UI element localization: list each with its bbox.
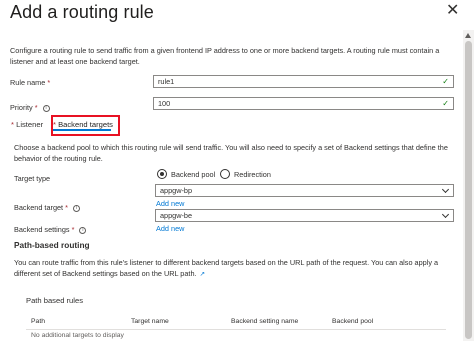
external-link-icon[interactable]: ↗ — [200, 269, 205, 280]
rule-name-input[interactable]: rule1 ✓ — [153, 75, 454, 88]
scroll-up-arrow-icon[interactable] — [465, 33, 471, 38]
scrollbar-thumb[interactable] — [465, 41, 472, 339]
annotation-highlight-box — [51, 115, 120, 136]
page-title: Add a routing rule — [10, 2, 154, 22]
backend-target-label-text: Backend target — [14, 203, 64, 212]
add-new-backend-settings-link[interactable]: Add new — [156, 224, 184, 233]
backend-settings-select-value: appgw-be — [160, 211, 193, 220]
radio-redirection[interactable] — [220, 169, 230, 179]
column-header-backend-pool: Backend pool — [332, 318, 374, 325]
checkmark-icon: ✓ — [442, 99, 449, 108]
priority-label-text: Priority — [10, 103, 33, 112]
rule-name-label-text: Rule name — [10, 78, 46, 87]
priority-input[interactable]: 100 ✓ — [153, 97, 454, 110]
path-routing-description-text: You can route traffic from this rule's l… — [14, 258, 439, 278]
path-routing-description: You can route traffic from this rule's l… — [14, 257, 456, 280]
tab-listener[interactable]: * Listener — [11, 120, 43, 129]
info-icon[interactable]: i — [73, 204, 80, 212]
add-new-backend-target-link[interactable]: Add new — [156, 199, 184, 208]
chevron-down-icon — [441, 185, 450, 194]
column-header-path: Path — [31, 318, 45, 325]
radio-backend-pool[interactable] — [157, 169, 167, 179]
rule-name-value: rule1 — [158, 77, 175, 86]
required-marker: * — [71, 225, 75, 234]
required-marker: * — [65, 203, 68, 212]
panel-description: Configure a routing rule to send traffic… — [10, 46, 440, 66]
backend-target-label: Backend target * i — [14, 203, 80, 212]
target-type-label: Target type — [14, 174, 51, 183]
close-icon[interactable]: ✕ — [446, 0, 459, 20]
radio-redirection-label: Redirection — [234, 170, 271, 179]
priority-label: Priority * i — [10, 103, 50, 112]
radio-backend-pool-label: Backend pool — [171, 170, 216, 179]
priority-value: 100 — [158, 99, 171, 108]
required-marker: * — [11, 120, 14, 129]
required-marker: * — [47, 78, 51, 87]
backend-settings-label-text: Backend settings — [14, 225, 70, 234]
chevron-down-icon — [441, 210, 450, 219]
info-icon[interactable]: i — [79, 226, 87, 234]
path-rules-table-title: Path based rules — [26, 296, 83, 305]
table-header-divider — [26, 329, 446, 330]
column-header-backend-setting-name: Backend setting name — [231, 318, 299, 325]
path-routing-title: Path-based routing — [14, 240, 90, 250]
checkmark-icon: ✓ — [442, 77, 449, 86]
rule-name-label: Rule name * — [10, 78, 50, 87]
routing-rule-panel: Add a routing rule ✕ Configure a routing… — [0, 0, 474, 341]
backend-settings-select[interactable]: appgw-be — [155, 209, 454, 222]
backend-settings-label: Backend settings * i — [14, 225, 87, 234]
empty-table-message: No additional targets to display — [31, 332, 124, 339]
target-type-select[interactable]: appgw-bp — [155, 184, 454, 197]
backend-intro: Choose a backend pool to which this rout… — [14, 143, 448, 163]
column-header-target-name: Target name — [131, 318, 169, 325]
required-marker: * — [34, 103, 38, 112]
tab-listener-label: Listener — [16, 120, 44, 129]
info-icon[interactable]: i — [42, 104, 50, 112]
target-type-select-value: appgw-bp — [160, 186, 193, 195]
